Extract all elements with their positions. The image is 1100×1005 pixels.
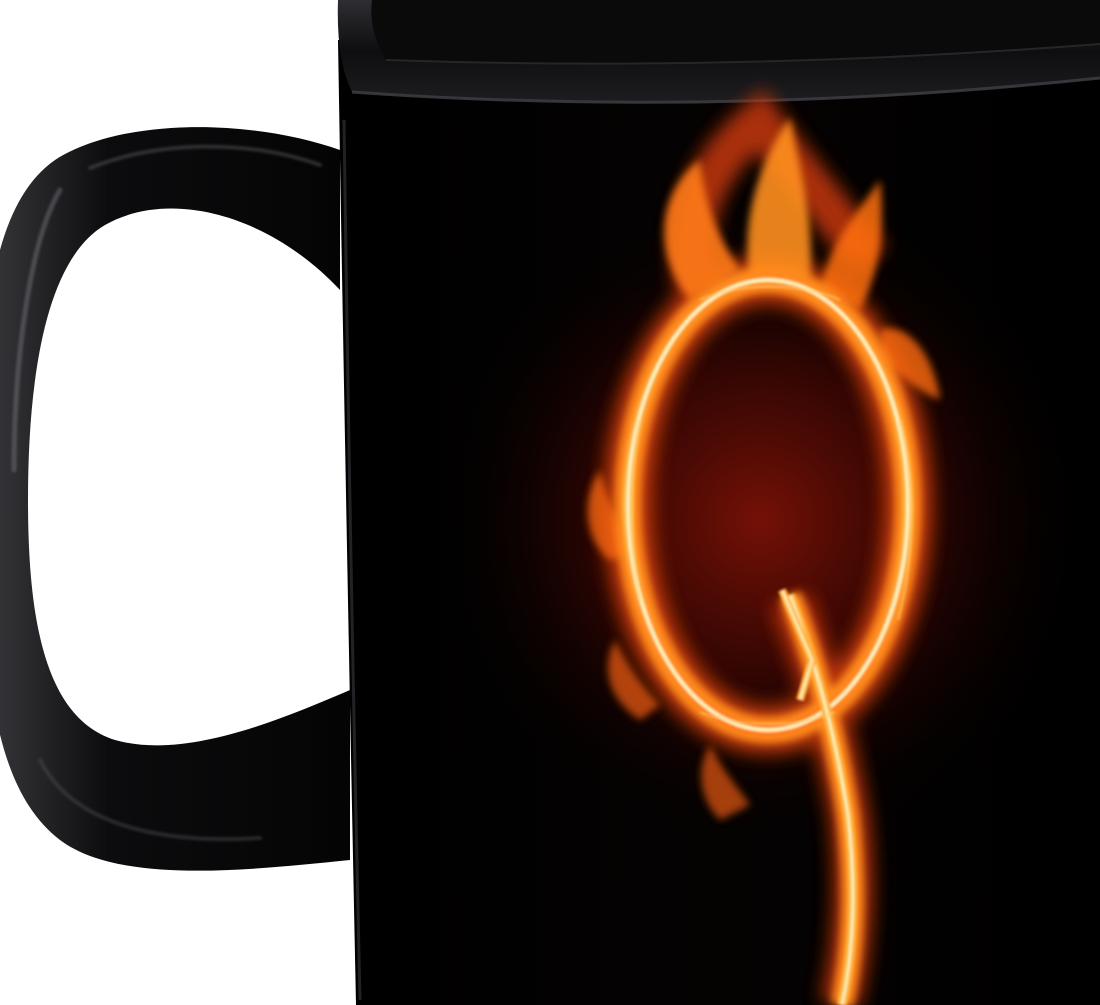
mug-rim: [337, 0, 1100, 104]
product-photo: [0, 0, 1100, 1005]
mug-handle: [0, 127, 350, 871]
mug-illustration: [0, 0, 1100, 1005]
